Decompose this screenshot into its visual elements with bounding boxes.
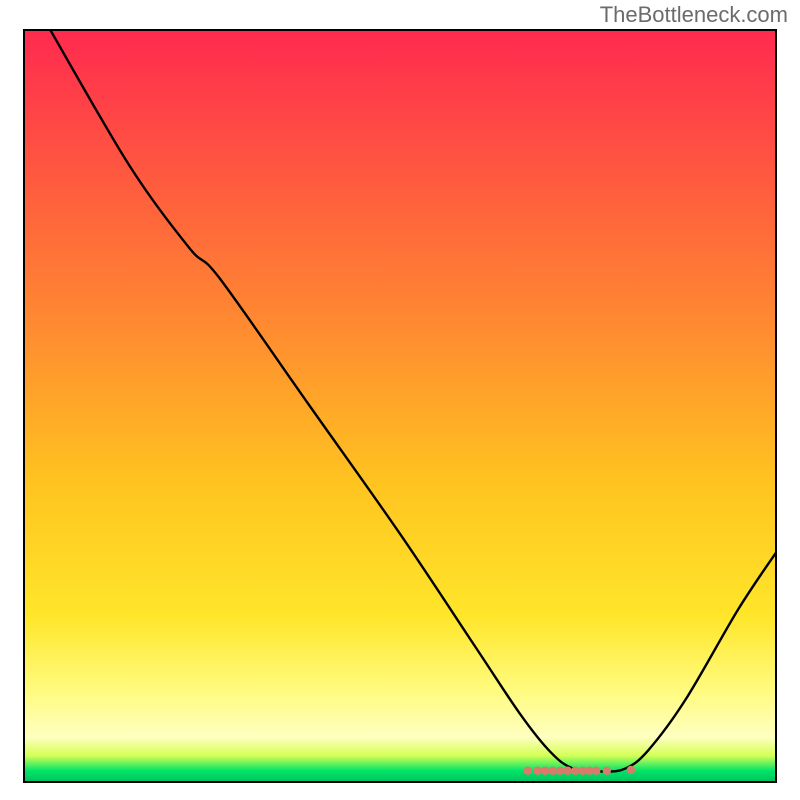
scatter-dot xyxy=(533,767,541,775)
scatter-dot xyxy=(524,767,532,775)
scatter-dot xyxy=(556,767,564,775)
scatter-dot xyxy=(548,767,556,775)
gradient-background xyxy=(24,30,776,782)
scatter-dot xyxy=(603,767,611,775)
scatter-dot xyxy=(563,767,571,775)
bottleneck-chart xyxy=(0,0,800,800)
scatter-dot xyxy=(592,767,600,775)
scatter-dot xyxy=(541,767,549,775)
scatter-dot xyxy=(571,767,579,775)
plot-area xyxy=(24,30,776,782)
chart-container: TheBottleneck.com xyxy=(0,0,800,800)
scatter-dot xyxy=(627,766,635,774)
watermark-text: TheBottleneck.com xyxy=(600,2,788,28)
